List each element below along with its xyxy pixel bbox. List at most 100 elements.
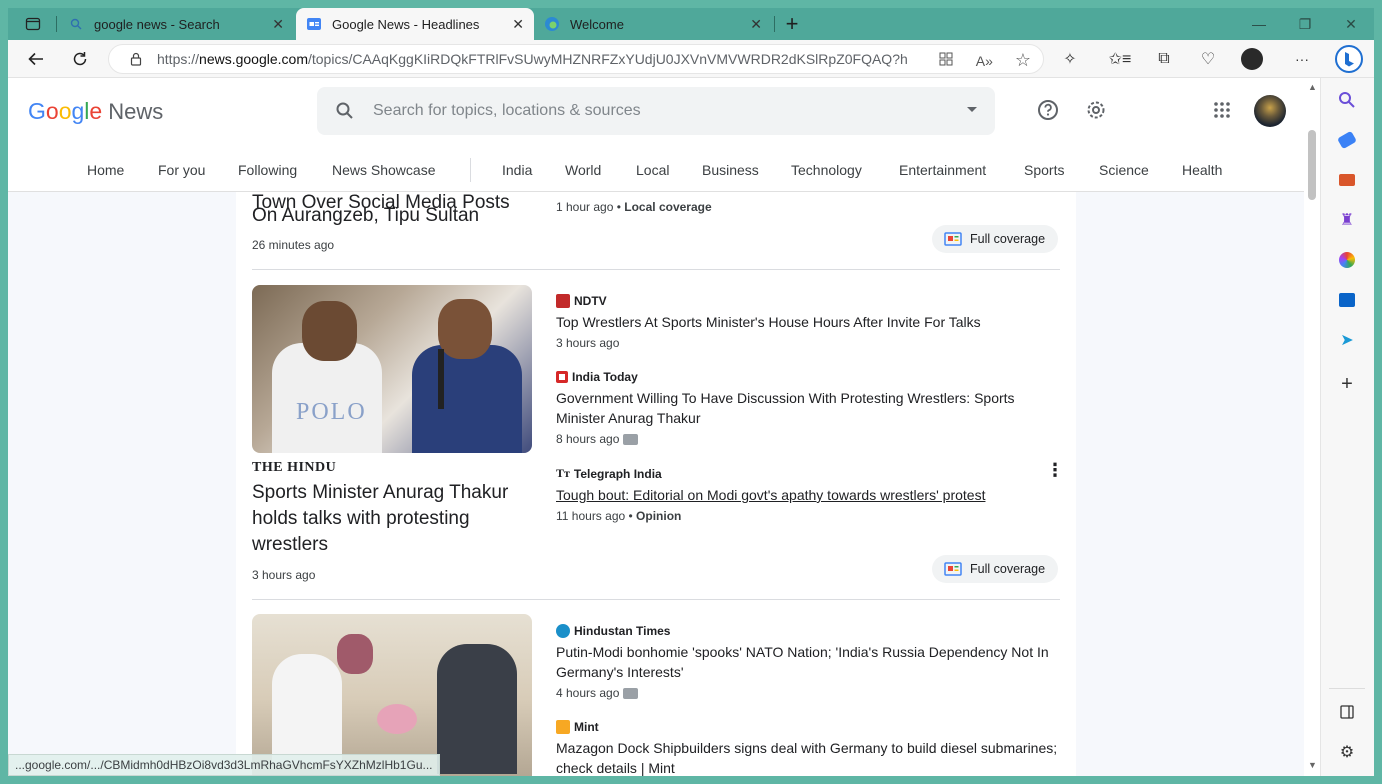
close-window-button[interactable]: ✕ (1328, 8, 1374, 40)
more-dots-icon: ··· (1295, 51, 1309, 67)
nav-science[interactable]: Science (1099, 162, 1149, 178)
scrollbar-thumb[interactable] (1308, 130, 1316, 200)
sidebar-games-button[interactable]: ♜ (1335, 208, 1359, 232)
google-apps-button[interactable] (1210, 98, 1234, 122)
nav-news-showcase[interactable]: News Showcase (332, 162, 436, 178)
nav-business[interactable]: Business (702, 162, 759, 178)
related-source[interactable]: Tт Telegraph India (556, 466, 985, 481)
refresh-button[interactable] (66, 47, 94, 71)
browser-essentials-button[interactable]: ♡ (1196, 47, 1220, 71)
minimize-icon: — (1252, 16, 1266, 32)
settings-button[interactable] (1084, 98, 1108, 122)
story1-right-tag[interactable]: Local coverage (624, 200, 711, 214)
sidebar-outlook-button[interactable] (1335, 288, 1359, 312)
read-aloud-icon[interactable]: A» (976, 53, 993, 69)
nav-world[interactable]: World (565, 162, 601, 178)
more-options-icon[interactable]: ⋮ (1046, 461, 1064, 479)
related-time: 8 hours ago (556, 432, 620, 446)
india-today-icon (556, 371, 568, 383)
google-wordmark: Google (28, 98, 103, 124)
favorite-star-icon[interactable]: ☆ (1015, 50, 1031, 71)
account-avatar[interactable] (1254, 95, 1286, 127)
refresh-icon (73, 52, 87, 66)
new-tab-button[interactable]: + (780, 8, 804, 40)
google-news-logo[interactable]: Google News (28, 98, 163, 125)
related-headline[interactable]: Tough bout: Editorial on Modi govt's apa… (556, 485, 985, 505)
sidebar-shopping-button[interactable] (1335, 128, 1359, 152)
search-input[interactable]: Search for topics, locations & sources (373, 102, 641, 120)
tab-welcome[interactable]: Welcome ✕ (536, 8, 772, 40)
related-source[interactable]: Hindustan Times (556, 624, 1056, 638)
video-icon (623, 687, 639, 699)
tab-actions-button[interactable] (18, 8, 48, 40)
tab-google-news-headlines[interactable]: Google News - Headlines ✕ (296, 8, 534, 40)
bing-copilot-button[interactable] (1334, 44, 1364, 74)
search-icon (68, 16, 84, 32)
source-name: NDTV (574, 294, 607, 308)
story1-headline[interactable]: On Aurangzeb, Tipu Sultan (252, 203, 479, 229)
scroll-up-icon[interactable]: ▲ (1308, 82, 1317, 92)
nav-home[interactable]: Home (87, 162, 124, 178)
nav-for-you[interactable]: For you (158, 162, 205, 178)
nav-technology[interactable]: Technology (791, 162, 862, 178)
chess-icon: ♜ (1339, 212, 1355, 229)
favorites-button[interactable]: ✩≡ (1108, 47, 1132, 71)
url-bar[interactable]: https://news.google.com/topics/CAAqKggKI… (108, 44, 1044, 74)
nav-health[interactable]: Health (1182, 162, 1222, 178)
scroll-down-icon[interactable]: ▼ (1308, 760, 1317, 770)
restore-button[interactable]: ❐ (1282, 8, 1328, 40)
panel-icon (1340, 705, 1354, 719)
nav-following[interactable]: Following (238, 162, 297, 178)
related-headline[interactable]: Government Willing To Have Discussion Wi… (556, 388, 1056, 428)
app-available-icon[interactable] (938, 51, 954, 70)
sidebar-settings-button[interactable]: ⚙ (1335, 740, 1359, 764)
sidebar-panel-toggle[interactable] (1335, 700, 1359, 724)
plus-icon: + (1341, 372, 1353, 395)
close-tab-icon[interactable]: ✕ (512, 16, 524, 33)
help-button[interactable] (1036, 98, 1060, 122)
related-time: 3 hours ago (556, 336, 620, 350)
related-headline[interactable]: Mazagon Dock Shipbuilders signs deal wit… (556, 738, 1064, 776)
browser-window: google news - Search ✕ Google News - Hea… (0, 0, 1382, 784)
nav-entertainment[interactable]: Entertainment (899, 162, 986, 178)
story2-publisher[interactable]: THE HINDU (252, 460, 336, 476)
related-headline[interactable]: Top Wrestlers At Sports Minister's House… (556, 312, 1056, 332)
divider (252, 269, 1060, 270)
close-tab-icon[interactable]: ✕ (750, 16, 762, 33)
sidebar-send-button[interactable]: ➤ (1335, 328, 1359, 352)
related-source[interactable]: Mint (556, 720, 1064, 734)
nav-sports[interactable]: Sports (1024, 162, 1064, 178)
related-time: 11 hours ago (556, 509, 626, 523)
related-source[interactable]: India Today (556, 370, 1056, 384)
extensions-button[interactable]: ✧ (1058, 47, 1082, 71)
sidebar-add-button[interactable]: + (1335, 372, 1359, 396)
collections-button[interactable]: ⧉ (1152, 47, 1176, 71)
story2-image[interactable]: POLO (252, 285, 532, 453)
ndtv-icon (556, 294, 570, 308)
related-source[interactable]: NDTV (556, 294, 1056, 308)
sidebar-tools-button[interactable] (1335, 168, 1359, 192)
sidebar-search-button[interactable] (1335, 88, 1359, 112)
story2-headline[interactable]: Sports Minister Anurag Thakur holds talk… (252, 480, 534, 558)
favorites-list-icon: ✩≡ (1108, 51, 1132, 68)
nav-local[interactable]: Local (636, 162, 669, 178)
heart-pulse-icon: ♡ (1200, 51, 1216, 68)
story3-image[interactable] (252, 614, 532, 776)
search-box[interactable]: Search for topics, locations & sources (317, 87, 995, 135)
tab-google-news-search[interactable]: google news - Search ✕ (64, 8, 294, 40)
minimize-button[interactable]: — (1236, 8, 1282, 40)
full-coverage-button[interactable]: Full coverage (932, 225, 1058, 253)
sidebar-office-button[interactable] (1335, 248, 1359, 272)
page-scrollbar[interactable]: ▲ ▼ (1304, 78, 1320, 776)
settings-more-button[interactable]: ··· (1290, 47, 1314, 71)
story3: Hindustan Times Putin-Modi bonhomie 'spo… (236, 614, 1076, 776)
close-tab-icon[interactable]: ✕ (272, 16, 284, 33)
back-button[interactable] (22, 47, 50, 71)
nav-india[interactable]: India (502, 162, 532, 178)
related-headline[interactable]: Putin-Modi bonhomie 'spooks' NATO Nation… (556, 642, 1056, 682)
dropdown-caret-icon[interactable] (967, 107, 977, 112)
full-coverage-button[interactable]: Full coverage (932, 555, 1058, 583)
plus-icon: + (785, 11, 799, 36)
profile-button[interactable] (1240, 47, 1264, 71)
url-prefix: https:// (157, 51, 200, 67)
